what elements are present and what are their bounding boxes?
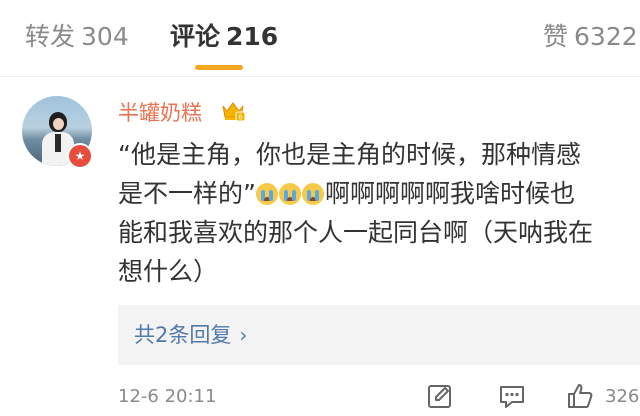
crying-face-icon [301,182,324,205]
active-tab-indicator [195,65,243,70]
replies-box: 共2条回复 › [118,305,640,365]
tab-label: 转发 [25,22,76,51]
view-replies-link[interactable]: 共2条回复 › [134,305,247,365]
avatar-tie [55,134,61,152]
avatar-face [53,118,64,130]
tab-label: 评论 [170,22,221,51]
svg-text:6: 6 [239,115,243,122]
emoji-group [255,173,325,212]
crown-icon: 6 [222,102,246,122]
comment-line: 想什么） [118,257,219,286]
thumbs-up-icon[interactable] [565,381,595,411]
repost-icon[interactable] [425,381,455,411]
tab-comments[interactable]: 评论 216 [170,20,278,54]
tab-likes[interactable]: 赞 6322 [543,20,638,54]
tab-count: 216 [226,22,279,51]
crying-face-icon [255,182,278,205]
tab-count: 6322 [574,22,638,51]
comment-line: 能和我喜欢的那个人一起同台啊（天呐我在 [118,218,594,247]
comment-line: “他是主角，你也是主角的时候，那种情感 [118,140,581,169]
comment-username[interactable]: 半罐奶糕 [118,97,202,127]
comment-line: 是不一样的” 啊啊啊啊啊我啥时候也 [118,174,638,213]
chevron-right-icon: › [239,323,248,347]
replies-label: 共2条回复 [134,323,232,347]
comment-timestamp: 12-6 20:11 [118,386,217,407]
comment-icon[interactable] [497,381,527,411]
tab-count: 304 [81,22,129,51]
tab-reposts[interactable]: 转发 304 [25,20,129,54]
comment-body: “他是主角，你也是主角的时候，那种情感 是不一样的” 啊啊啊啊啊我啥时候也 能和我… [118,135,638,291]
comment-line-text: 是不一样的” [118,179,256,208]
comment-tabs: 转发 304 评论 216 赞 6322 [0,0,640,74]
comment-line-text: 啊啊啊啊啊我啥时候也 [324,179,575,208]
like-count: 326 [605,386,640,407]
crying-face-icon [278,182,301,205]
tabs-divider [0,76,640,77]
verified-badge-icon: ★ [67,143,93,169]
tab-label: 赞 [543,22,569,51]
